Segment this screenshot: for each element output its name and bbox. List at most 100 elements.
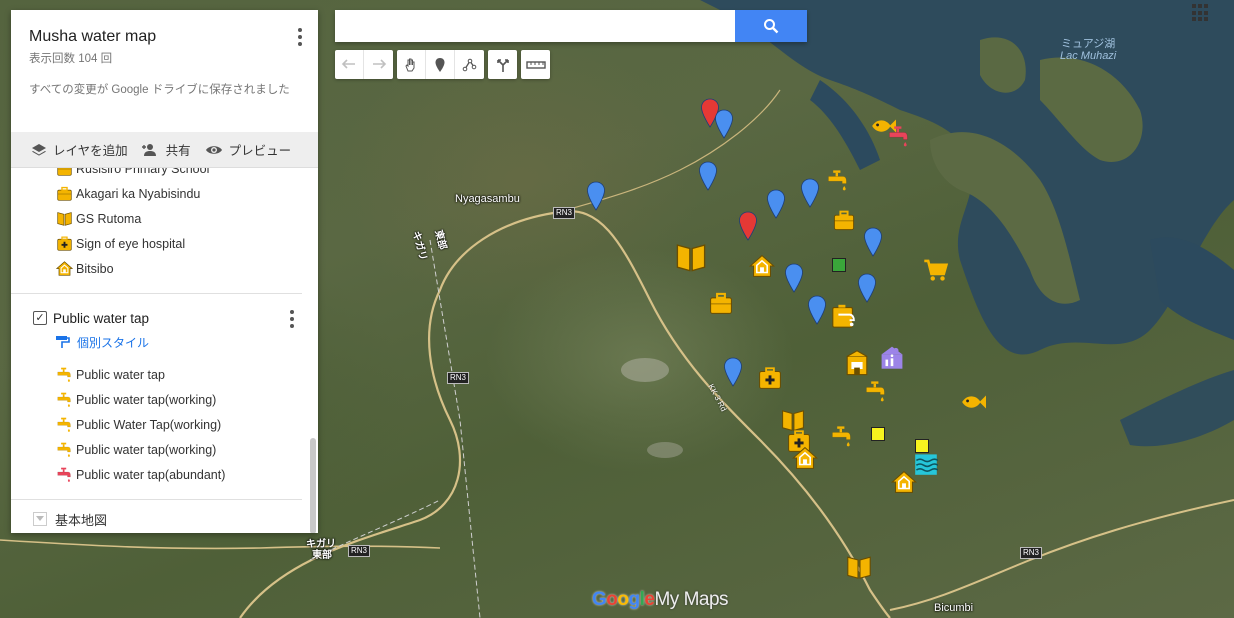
layer-list-item[interactable]: Public water tap(working) — [11, 437, 318, 462]
add-layer-label: レイヤを追加 — [53, 144, 128, 158]
search-button[interactable] — [735, 10, 807, 42]
briefcase-icon — [55, 168, 73, 178]
marker-icon — [435, 57, 445, 72]
layer-list-item[interactable]: Public water tap(working) — [11, 387, 318, 412]
save-status: すべての変更が Google ドライブに保存されました — [29, 84, 290, 96]
panel-actions: レイヤを追加 共有 プレビュー — [11, 132, 318, 168]
search-input[interactable] — [335, 10, 735, 42]
map-title[interactable]: Musha water map — [29, 28, 300, 46]
layer-list-item[interactable]: GS Rutoma — [11, 206, 318, 231]
base-map-section[interactable]: 基本地図 — [11, 504, 318, 533]
layer-list-item[interactable]: Public Water Tap(working) — [11, 412, 318, 437]
paint-roller-icon — [56, 336, 70, 348]
place-label-nyagasambu: Nyagasambu — [455, 193, 520, 205]
base-map-label: 基本地図 — [55, 512, 108, 528]
briefcase-icon — [55, 185, 73, 203]
hand-tool-button[interactable] — [397, 50, 426, 79]
road-label-rn3: RN3 — [1020, 547, 1043, 559]
add-layer-button[interactable]: レイヤを追加 — [31, 140, 128, 159]
layer-divider — [11, 499, 302, 500]
layer-list-item[interactable]: Akagari ka Nyabisindu — [11, 181, 318, 206]
layer-header[interactable]: ✓ Public water tap — [11, 306, 318, 330]
layers-icon — [32, 143, 46, 156]
layer2-items: Public water tap Public water tap(working… — [11, 362, 318, 487]
list-item-label: Public water tap(working) — [76, 442, 217, 457]
road-label-rn3: RN3 — [553, 207, 576, 219]
list-item-label: Public Water Tap(working) — [76, 417, 222, 432]
book-icon — [55, 210, 73, 228]
layer-list-item[interactable]: Sign of eye hospital — [11, 231, 318, 256]
draw-line-button[interactable] — [455, 50, 484, 79]
district-label-east: 東部 — [312, 550, 332, 561]
list-item-label: GS Rutoma — [76, 211, 142, 226]
individual-style-label: 個別スタイル — [77, 335, 150, 350]
hand-icon — [405, 58, 415, 71]
map-toolbar — [335, 50, 550, 79]
water-tap-icon — [55, 441, 73, 459]
eye-icon — [205, 145, 222, 154]
lake-label: ミュアジ湖 Lac Muhazi — [1060, 38, 1116, 62]
preview-label: プレビュー — [228, 144, 292, 158]
list-item-label: Rusisiro Primary School — [76, 168, 210, 176]
search-icon — [764, 19, 779, 34]
directions-icon — [496, 58, 509, 72]
list-item-label: Public water tap — [76, 367, 165, 382]
apps-grid-icon[interactable] — [1192, 4, 1210, 22]
layer-divider — [11, 293, 302, 294]
undo-button[interactable] — [335, 50, 364, 79]
measure-button[interactable] — [521, 50, 550, 79]
water-tap-icon — [55, 366, 73, 384]
list-item-label: Sign of eye hospital — [76, 236, 186, 251]
tools-group — [397, 50, 484, 79]
redo-button[interactable] — [364, 50, 393, 79]
ruler-icon — [525, 60, 546, 69]
layer-list-item[interactable]: Rusisiro Primary School — [11, 168, 318, 181]
lake-name-fr: Lac Muhazi — [1060, 50, 1117, 62]
layer-options-menu-icon[interactable] — [290, 310, 296, 328]
redo-icon — [372, 58, 386, 69]
layer1-items: Rusisiro Primary School Akagari ka Nyabis… — [11, 168, 318, 281]
water-tap-icon — [55, 391, 73, 409]
panel-scrollbar[interactable] — [310, 438, 316, 533]
map-side-panel: Musha water map 表示回数 104 回 すべての変更が Googl… — [11, 10, 318, 533]
layer-name: Public water tap — [53, 310, 150, 326]
search-box — [335, 10, 807, 42]
water-tap-icon — [55, 416, 73, 434]
share-button[interactable]: 共有 — [141, 140, 191, 159]
map-square-marker[interactable] — [832, 258, 846, 272]
layer-list-item[interactable]: Public water tap — [11, 362, 318, 387]
undo-icon — [341, 58, 355, 69]
logo-mymaps-text: My Maps — [654, 589, 729, 610]
layer-list-item[interactable]: Bitsibo — [11, 256, 318, 281]
list-item-label: Public water tap(working) — [76, 392, 217, 407]
list-item-label: Public water tap(abundant) — [76, 467, 226, 482]
directions-group — [488, 50, 517, 79]
layer-scroll-area[interactable]: Rusisiro Primary School Akagari ka Nyabis… — [11, 168, 318, 533]
list-item-label: Bitsibo — [76, 261, 114, 276]
measure-group — [521, 50, 550, 79]
google-my-maps-logo: GoogleMy Maps — [592, 589, 729, 610]
layer-visibility-checkbox[interactable]: ✓ — [33, 311, 47, 325]
house-icon — [55, 260, 73, 278]
layer-list: Rusisiro Primary School Akagari ka Nyabis… — [11, 168, 318, 533]
map-square-marker[interactable] — [915, 439, 929, 453]
map-options-menu-icon[interactable] — [298, 28, 304, 46]
place-label-bicumbi: Bicumbi — [934, 602, 974, 614]
add-marker-button[interactable] — [426, 50, 455, 79]
road-label-rn3: RN3 — [348, 545, 371, 557]
preview-button[interactable]: プレビュー — [205, 140, 292, 159]
add-person-icon — [141, 143, 156, 156]
road-label-rn3: RN3 — [447, 372, 470, 384]
layer-list-item[interactable]: Public water tap(abundant) — [11, 462, 318, 487]
lake-name-ja: ミュアジ湖 — [1060, 38, 1116, 50]
draw-line-icon — [462, 58, 476, 71]
panel-header: Musha water map 表示回数 104 回 すべての変更が Googl… — [11, 10, 318, 132]
water-tap-icon — [55, 466, 73, 484]
undo-redo-group — [335, 50, 393, 79]
share-label: 共有 — [165, 144, 191, 158]
first-aid-icon — [55, 235, 73, 253]
map-square-marker[interactable] — [871, 427, 885, 441]
individual-style-link[interactable]: 個別スタイル — [11, 330, 318, 354]
directions-button[interactable] — [488, 50, 517, 79]
view-count: 表示回数 104 回 — [29, 53, 113, 65]
